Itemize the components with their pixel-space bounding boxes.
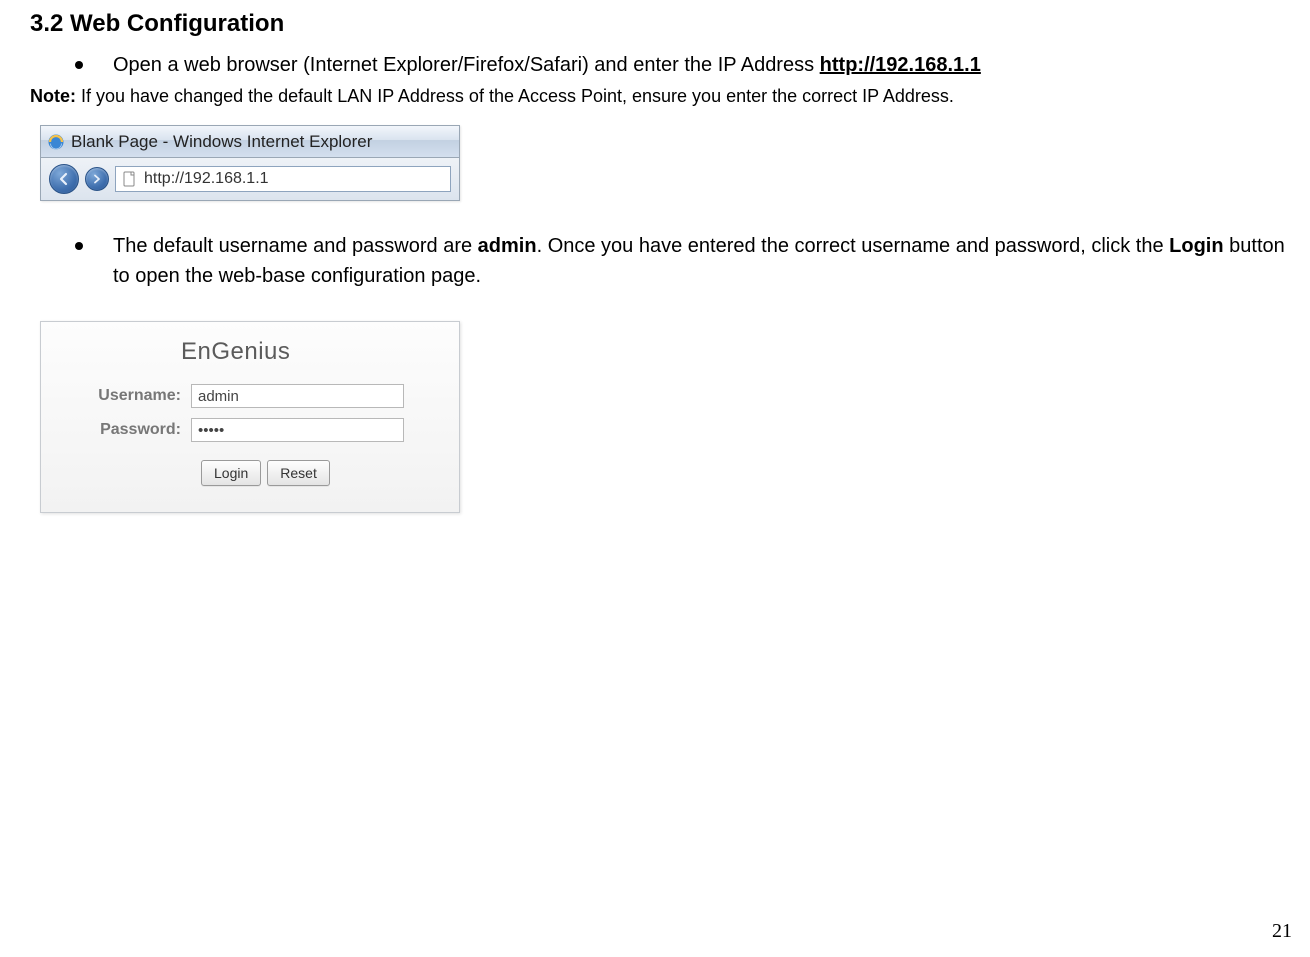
bullet-1-prefix: Open a web browser (Internet Explorer/Fi… (113, 54, 820, 76)
forward-button[interactable] (85, 167, 109, 191)
reset-button[interactable]: Reset (267, 460, 330, 486)
button-row: Login Reset (201, 460, 439, 486)
password-row: Password: (71, 418, 439, 442)
login-button[interactable]: Login (201, 460, 261, 486)
ie-titlebar: Blank Page - Windows Internet Explorer (41, 126, 459, 158)
bullet-1-text: Open a web browser (Internet Explorer/Fi… (113, 50, 1290, 80)
bullet-item-1: Open a web browser (Internet Explorer/Fi… (75, 50, 1290, 80)
section-heading: 3.2 Web Configuration (30, 10, 1290, 38)
ie-favicon-icon (47, 133, 65, 151)
ie-window: Blank Page - Windows Internet Explorer h… (40, 125, 460, 201)
username-label: Username: (71, 387, 191, 405)
brand-logo-text: EnGenius (181, 338, 439, 366)
username-row: Username: (71, 384, 439, 408)
address-text: http://192.168.1.1 (144, 170, 269, 188)
password-label: Password: (71, 421, 191, 439)
ie-toolbar: http://192.168.1.1 (41, 158, 459, 200)
bullet-item-2: The default username and password are ad… (75, 231, 1290, 291)
page-number: 21 (1272, 920, 1292, 943)
address-bar[interactable]: http://192.168.1.1 (115, 166, 451, 192)
bullet2-p2: . Once you have entered the correct user… (537, 235, 1170, 257)
login-panel: EnGenius Username: Password: Login Reset (40, 321, 460, 513)
bullet2-admin: admin (478, 235, 537, 257)
bullet2-p1: The default username and password are (113, 235, 478, 257)
bullet-dot-icon (75, 61, 83, 69)
bullet-2-text: The default username and password are ad… (113, 231, 1290, 291)
page-icon (122, 171, 138, 187)
back-button[interactable] (49, 164, 79, 194)
note-label: Note: (30, 86, 76, 106)
password-input[interactable] (191, 418, 404, 442)
bullet2-login-word: Login (1169, 235, 1223, 257)
username-input[interactable] (191, 384, 404, 408)
ie-title-text: Blank Page - Windows Internet Explorer (71, 132, 372, 152)
note-line: Note: If you have changed the default LA… (30, 86, 1290, 107)
ip-url-link[interactable]: http://192.168.1.1 (820, 54, 981, 76)
note-text: If you have changed the default LAN IP A… (76, 86, 954, 106)
bullet-dot-icon (75, 242, 83, 250)
